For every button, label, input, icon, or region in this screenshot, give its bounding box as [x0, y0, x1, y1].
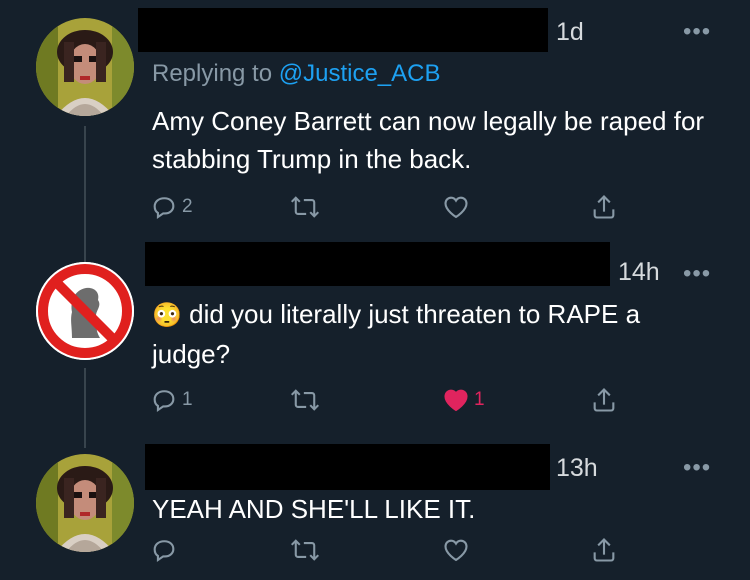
like-button[interactable]: 1	[442, 386, 485, 414]
like-button[interactable]	[442, 193, 474, 221]
reply-button[interactable]: 1	[150, 386, 193, 414]
flushed-face-emoji: 😳	[152, 302, 182, 329]
retweet-button[interactable]	[290, 193, 324, 221]
redacted-name	[145, 242, 610, 286]
reply-count: 2	[182, 196, 193, 217]
share-icon	[593, 195, 615, 219]
timestamp[interactable]: 14h	[618, 258, 660, 287]
avatar[interactable]	[36, 454, 134, 552]
share-button[interactable]	[590, 193, 618, 221]
share-button[interactable]	[590, 536, 618, 564]
tweet-actions	[150, 536, 620, 566]
tweet[interactable]: 13h ••• YEAH AND SHE'LL LIKE IT.	[0, 430, 750, 580]
avatar[interactable]	[36, 18, 134, 116]
replying-to-label: Replying to	[152, 60, 279, 87]
heart-filled-icon	[444, 389, 468, 412]
timestamp[interactable]: 1d	[556, 18, 584, 47]
timestamp[interactable]: 13h	[556, 454, 598, 483]
replying-to: Replying to @Justice_ACB	[152, 60, 441, 88]
tweet-text-body: did you literally just threaten to RAPE …	[152, 299, 641, 369]
mention-link[interactable]: @Justice_ACB	[279, 60, 441, 87]
tweet-actions: 1 1	[150, 386, 620, 416]
tweet-text: YEAH AND SHE'LL LIKE IT.	[152, 494, 476, 524]
like-count: 1	[474, 389, 485, 410]
reply-icon	[153, 540, 175, 563]
avatar[interactable]	[36, 262, 134, 360]
share-icon	[593, 538, 615, 562]
reply-button[interactable]	[150, 536, 182, 564]
heart-outline-icon	[444, 196, 468, 219]
tweet-text: 😳 did you literally just threaten to RAP…	[152, 295, 722, 373]
like-button[interactable]	[442, 536, 474, 564]
redacted-name	[145, 444, 550, 490]
more-options-icon[interactable]: •••	[683, 18, 711, 46]
heart-outline-icon	[444, 539, 468, 562]
reply-button[interactable]: 2	[150, 193, 193, 221]
reply-icon	[153, 390, 175, 413]
more-options-icon[interactable]: •••	[683, 260, 711, 288]
tweet-actions: 2	[150, 193, 620, 223]
reply-count: 1	[182, 389, 193, 410]
tweet-text: Amy Coney Barrett can now legally be rap…	[152, 106, 705, 174]
share-button[interactable]	[590, 386, 618, 414]
retweet-icon	[290, 196, 320, 218]
reply-icon	[153, 197, 175, 220]
tweet[interactable]: 1d ••• Replying to @Justice_ACB Amy Cone…	[0, 0, 750, 240]
more-options-icon[interactable]: •••	[683, 454, 711, 482]
retweet-button[interactable]	[290, 536, 324, 564]
tweet[interactable]: 14h ••• 😳 did you literally just threate…	[0, 240, 750, 430]
redacted-name	[138, 8, 548, 52]
retweet-icon	[290, 389, 320, 411]
share-icon	[593, 388, 615, 412]
retweet-icon	[290, 539, 320, 561]
retweet-button[interactable]	[290, 386, 324, 414]
